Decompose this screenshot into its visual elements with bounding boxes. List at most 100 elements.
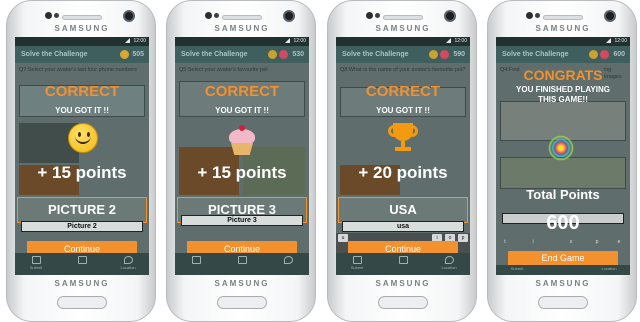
nav-submit[interactable] bbox=[181, 256, 211, 272]
home-button[interactable] bbox=[217, 296, 267, 309]
score-value: 505 bbox=[132, 51, 144, 58]
location-icon bbox=[283, 256, 293, 264]
app-screen: 12:00 Solve the Challenge 600 Q4:Find ing… bbox=[496, 37, 630, 275]
heart-icon bbox=[440, 50, 449, 59]
app-bar: Solve the Challenge 600 bbox=[496, 46, 630, 63]
soft-keyboard: t i s p e bbox=[496, 237, 630, 249]
key[interactable]: p bbox=[592, 238, 602, 246]
earpiece-speaker bbox=[62, 15, 102, 20]
app-title: Solve the Challenge bbox=[342, 51, 409, 58]
nav-middle[interactable] bbox=[227, 256, 257, 272]
result-subtitle: YOU GOT IT !! bbox=[55, 106, 109, 115]
app-bar: Solve the Challenge 590 bbox=[336, 46, 470, 63]
key[interactable]: t bbox=[500, 238, 510, 246]
score-value: 600 bbox=[613, 51, 625, 58]
smiley-icon bbox=[68, 123, 98, 153]
result-title: CONGRATS bbox=[523, 67, 603, 83]
coin-icon bbox=[589, 50, 598, 59]
front-camera-icon bbox=[283, 10, 295, 22]
list-icon bbox=[77, 256, 87, 264]
status-bar: 12:00 bbox=[336, 37, 470, 46]
home-button[interactable] bbox=[538, 296, 588, 309]
signal-icon bbox=[125, 38, 131, 44]
nav-submit[interactable]: Submit bbox=[342, 256, 372, 272]
signal-icon bbox=[446, 38, 452, 44]
sensor-dot bbox=[535, 13, 540, 18]
nav-location[interactable]: Location bbox=[434, 256, 464, 272]
app-bar: Solve the Challenge 530 bbox=[175, 46, 309, 63]
result-subtitle: YOU FINISHED PLAYING THIS GAME!! bbox=[516, 85, 610, 104]
key[interactable]: p bbox=[458, 234, 468, 242]
key[interactable]: u bbox=[338, 234, 348, 242]
nav-middle[interactable] bbox=[388, 256, 418, 272]
list-icon bbox=[398, 256, 408, 264]
result-title: CORRECT bbox=[365, 83, 441, 100]
nav-location[interactable]: Location bbox=[594, 266, 624, 274]
sensor-dot bbox=[45, 12, 52, 19]
fireworks-icon bbox=[546, 133, 576, 163]
points-earned: + 15 points bbox=[197, 163, 287, 182]
app-title: Solve the Challenge bbox=[181, 51, 248, 58]
total-points-value: 600 bbox=[546, 212, 580, 234]
heart-icon bbox=[279, 50, 288, 59]
home-button[interactable] bbox=[378, 296, 428, 309]
status-bar: 12:00 bbox=[496, 37, 630, 46]
heart-icon bbox=[600, 50, 609, 59]
phone-frame-3: SAMSUNG 12:00 Solve the Challenge 590 Q8… bbox=[327, 0, 477, 322]
app-title: Solve the Challenge bbox=[502, 51, 569, 58]
home-button[interactable] bbox=[57, 296, 107, 309]
coin-icon bbox=[268, 50, 277, 59]
sensor-dot bbox=[526, 12, 533, 19]
key[interactable]: i bbox=[528, 238, 538, 246]
question-text: Q5:Select your avatar's favourite pet bbox=[179, 67, 268, 73]
points-earned: + 20 points bbox=[358, 163, 448, 182]
question-text: Q7:Select your avatar's last four phone … bbox=[19, 67, 137, 73]
app-title: Solve the Challenge bbox=[21, 51, 88, 58]
key[interactable]: e bbox=[614, 238, 624, 246]
answer-field: Picture 3 bbox=[181, 215, 303, 226]
earpiece-speaker bbox=[222, 15, 262, 20]
app-screen: 12:00 Solve the Challenge 590 Q8:What is… bbox=[336, 37, 470, 275]
brand-label: SAMSUNG bbox=[535, 279, 591, 288]
status-time: 12:00 bbox=[614, 38, 627, 44]
answer-display: USA bbox=[338, 197, 468, 223]
location-icon bbox=[444, 256, 454, 264]
total-points-label: Total Points bbox=[526, 187, 600, 202]
answer-field: usa bbox=[342, 221, 464, 232]
answer-field: Picture 2 bbox=[21, 221, 143, 232]
signal-icon bbox=[606, 38, 612, 44]
sensor-dot bbox=[214, 13, 219, 18]
bottom-nav bbox=[175, 253, 309, 275]
bottom-nav: Submit Location bbox=[15, 253, 149, 275]
key[interactable]: s bbox=[566, 238, 576, 246]
bottom-nav: Submit Location bbox=[336, 253, 470, 275]
front-camera-icon bbox=[444, 10, 456, 22]
points-earned: + 15 points bbox=[37, 163, 127, 182]
nav-middle[interactable] bbox=[67, 256, 97, 272]
list-icon bbox=[237, 256, 247, 264]
end-game-button[interactable]: End Game bbox=[508, 251, 618, 266]
sensor-dot bbox=[366, 12, 373, 19]
front-camera-icon bbox=[604, 10, 616, 22]
status-bar: 12:00 bbox=[175, 37, 309, 46]
result-title: CORRECT bbox=[204, 83, 280, 100]
nav-submit[interactable]: Submit bbox=[502, 266, 532, 274]
result-subtitle: YOU GOT IT !! bbox=[215, 106, 269, 115]
question-text: Q8:What is the name of your avatar's fav… bbox=[340, 67, 466, 73]
sensor-dot bbox=[375, 13, 380, 18]
app-screen: 12:00 Solve the Challenge 530 Q5:Select … bbox=[175, 37, 309, 275]
bottom-nav: Submit Location bbox=[496, 265, 630, 275]
coin-icon bbox=[429, 50, 438, 59]
result-subtitle: YOU GOT IT !! bbox=[376, 106, 430, 115]
app-screen: 12:00 Solve the Challenge 505 Q7:Select … bbox=[15, 37, 149, 275]
nav-location[interactable] bbox=[273, 256, 303, 272]
brand-label: SAMSUNG bbox=[375, 279, 431, 288]
earpiece-speaker bbox=[543, 15, 583, 20]
phone-frame-4: SAMSUNG 12:00 Solve the Challenge 600 Q4… bbox=[487, 0, 637, 322]
score-value: 530 bbox=[292, 51, 304, 58]
nav-submit[interactable]: Submit bbox=[21, 256, 51, 272]
nav-location[interactable]: Location bbox=[113, 256, 143, 272]
sensor-dot bbox=[54, 13, 59, 18]
submit-icon bbox=[191, 256, 201, 264]
signal-icon bbox=[285, 38, 291, 44]
